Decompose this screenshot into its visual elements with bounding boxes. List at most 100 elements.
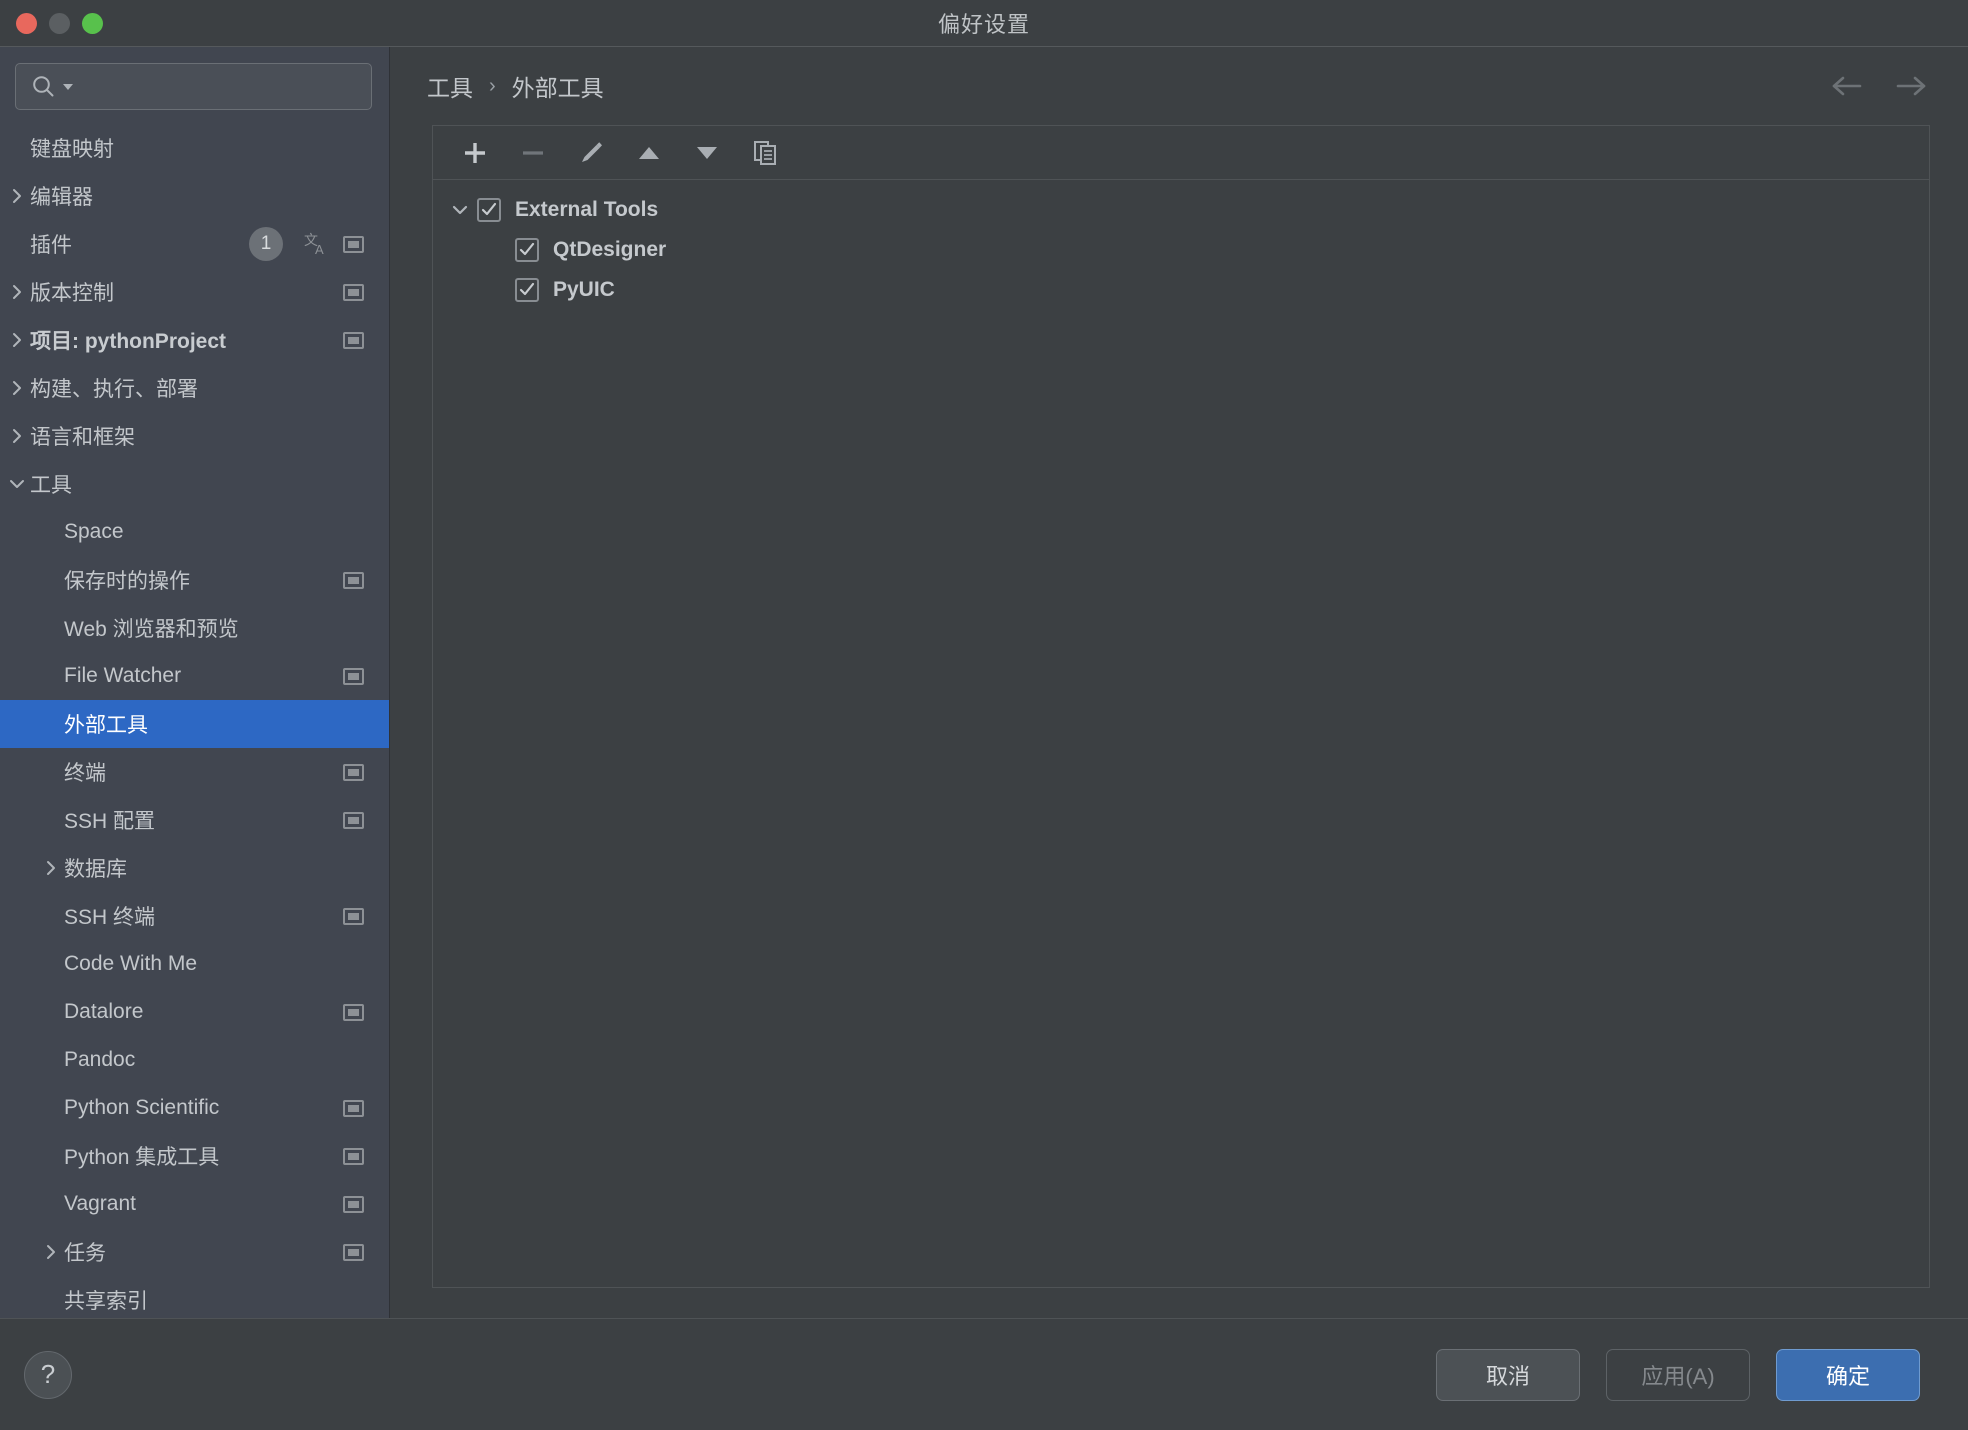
search-area [0, 47, 389, 124]
chevron-right-icon[interactable] [4, 187, 30, 205]
sidebar-item-label: File Watcher [64, 664, 182, 687]
sidebar-item-label: 键盘映射 [30, 138, 114, 161]
move-up-button[interactable] [623, 129, 675, 177]
sidebar-item-label: Vagrant [64, 1192, 136, 1215]
sidebar-item-label: 共享索引 [64, 1290, 148, 1313]
sidebar-item-11[interactable]: File Watcher [0, 652, 389, 700]
settings-pane-icon [339, 1099, 367, 1117]
sidebar-item-label: 任务 [64, 1242, 106, 1265]
sidebar-item-label: Space [64, 520, 124, 543]
sidebar-item-label: 外部工具 [64, 714, 148, 737]
chevron-right-icon[interactable] [4, 283, 30, 301]
tool-checkbox[interactable] [515, 238, 539, 262]
move-down-button[interactable] [681, 129, 733, 177]
sidebar-item-18[interactable]: Datalore [0, 988, 389, 1036]
cancel-button[interactable]: 取消 [1436, 1348, 1580, 1401]
chevron-right-icon[interactable] [4, 427, 30, 445]
breadcrumb-current: 外部工具 [511, 75, 604, 101]
plugin-update-badge: 1 [249, 227, 283, 261]
help-button[interactable]: ? [24, 1350, 72, 1399]
settings-pane-icon [339, 667, 367, 685]
tool-tree-row[interactable]: QtDesigner [433, 230, 1929, 270]
breadcrumb: 工具 › 外部工具 [390, 47, 1968, 125]
chevron-right-icon[interactable] [4, 331, 30, 349]
remove-tool-button [507, 129, 559, 177]
sidebar-item-label: 工具 [30, 474, 72, 497]
sidebar-item-label: Python 集成工具 [64, 1146, 220, 1169]
sidebar-item-14[interactable]: SSH 配置 [0, 796, 389, 844]
sidebar-item-4[interactable]: 项目: pythonProject [0, 316, 389, 364]
sidebar-item-21[interactable]: Python 集成工具 [0, 1132, 389, 1180]
add-tool-button[interactable] [449, 129, 501, 177]
sidebar-item-15[interactable]: 数据库 [0, 844, 389, 892]
maximize-window-button[interactable] [82, 13, 103, 34]
tool-checkbox[interactable] [515, 278, 539, 302]
chevron-right-icon[interactable] [38, 1243, 64, 1261]
settings-pane-icon [339, 1243, 367, 1261]
sidebar-item-24[interactable]: 共享索引 [0, 1276, 389, 1318]
sidebar-item-label: 终端 [64, 762, 106, 785]
breadcrumb-parent[interactable]: 工具 [427, 69, 473, 103]
tool-tree-row[interactable]: PyUIC [433, 270, 1929, 310]
chevron-down-icon[interactable] [4, 475, 30, 493]
settings-pane-icon [339, 235, 367, 253]
sidebar-item-label: 保存时的操作 [64, 570, 190, 593]
search-input[interactable] [78, 64, 371, 109]
forward-arrow-icon[interactable] [1894, 74, 1928, 98]
sidebar-item-0[interactable]: 键盘映射 [0, 124, 389, 172]
settings-pane-icon [339, 811, 367, 829]
sidebar-item-label: SSH 终端 [64, 906, 156, 929]
sidebar-item-16[interactable]: SSH 终端 [0, 892, 389, 940]
sidebar-item-17[interactable]: Code With Me [0, 940, 389, 988]
sidebar-item-23[interactable]: 任务 [0, 1228, 389, 1276]
back-arrow-icon[interactable] [1830, 74, 1864, 98]
edit-tool-button[interactable] [565, 129, 617, 177]
dialog-footer: ? 取消 应用(A) 确定 [0, 1318, 1968, 1430]
sidebar-item-label: Pandoc [64, 1048, 136, 1071]
chevron-right-icon[interactable] [38, 859, 64, 877]
window-title: 偏好设置 [937, 12, 1030, 37]
settings-pane-icon [339, 1147, 367, 1165]
sidebar-item-label: SSH 配置 [64, 810, 156, 833]
sidebar-item-label: 语言和框架 [30, 426, 135, 449]
tool-tree-row[interactable]: External Tools [433, 190, 1929, 230]
breadcrumb-separator-icon: › [489, 74, 496, 97]
ok-button[interactable]: 确定 [1776, 1348, 1920, 1401]
close-window-button[interactable] [16, 13, 37, 34]
sidebar-item-20[interactable]: Python Scientific [0, 1084, 389, 1132]
sidebar-item-10[interactable]: Web 浏览器和预览 [0, 604, 389, 652]
chevron-down-icon[interactable] [443, 200, 477, 220]
sidebar-item-label: Web 浏览器和预览 [64, 618, 239, 641]
settings-pane-icon [339, 763, 367, 781]
external-tools-panel: External Tools QtDesigner PyUIC [432, 125, 1930, 1288]
minimize-window-button[interactable] [49, 13, 70, 34]
sidebar-item-label: 版本控制 [30, 282, 114, 305]
apply-button[interactable]: 应用(A) [1606, 1348, 1750, 1401]
search-box[interactable] [15, 63, 372, 110]
sidebar-item-12[interactable]: 外部工具 [0, 700, 389, 748]
tool-checkbox[interactable] [477, 198, 501, 222]
sidebar-item-3[interactable]: 版本控制 [0, 268, 389, 316]
copy-tool-button[interactable] [739, 129, 791, 177]
sidebar-item-5[interactable]: 构建、执行、部署 [0, 364, 389, 412]
sidebar-item-2[interactable]: 插件 1 文 A [0, 220, 389, 268]
settings-pane-icon [339, 571, 367, 589]
sidebar-item-13[interactable]: 终端 [0, 748, 389, 796]
title-bar: 偏好设置 [0, 0, 1968, 47]
search-icon [30, 73, 58, 101]
sidebar-item-19[interactable]: Pandoc [0, 1036, 389, 1084]
sidebar-item-8[interactable]: Space [0, 508, 389, 556]
sidebar-item-22[interactable]: Vagrant [0, 1180, 389, 1228]
sidebar-item-label: 插件 [30, 234, 72, 257]
footer-actions: 取消 应用(A) 确定 [1436, 1348, 1920, 1401]
search-dropdown-caret-icon[interactable] [61, 80, 75, 94]
nav-arrows [1830, 74, 1928, 98]
sidebar-item-9[interactable]: 保存时的操作 [0, 556, 389, 604]
sidebar-item-1[interactable]: 编辑器 [0, 172, 389, 220]
sidebar-item-7[interactable]: 工具 [0, 460, 389, 508]
sidebar-item-label: 构建、执行、部署 [30, 378, 198, 401]
translate-icon[interactable]: 文A [303, 231, 331, 257]
chevron-right-icon[interactable] [4, 379, 30, 397]
sidebar-item-6[interactable]: 语言和框架 [0, 412, 389, 460]
tool-tree-label: PyUIC [553, 278, 615, 301]
